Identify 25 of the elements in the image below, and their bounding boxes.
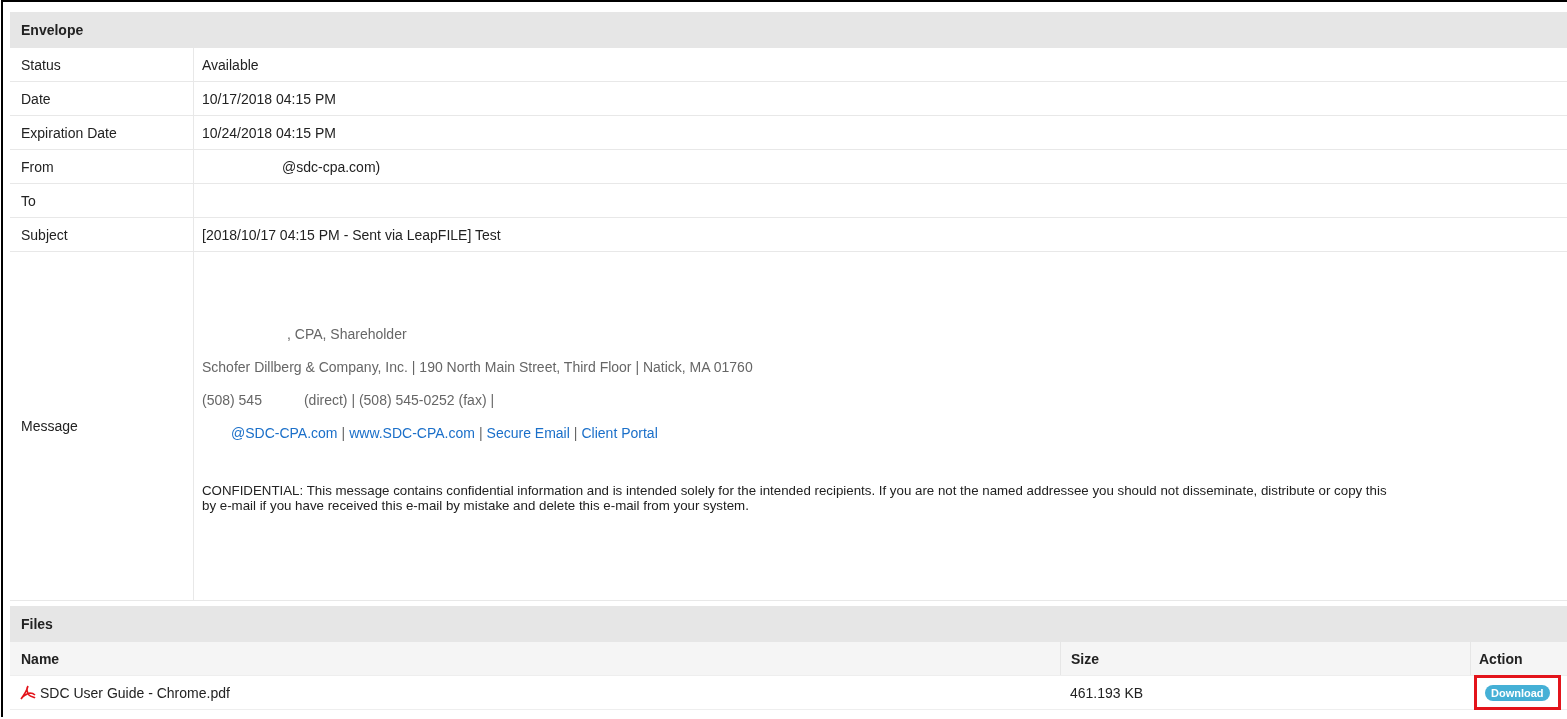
- separator: |: [573, 424, 578, 441]
- file-name: SDC User Guide - Chrome.pdf: [40, 684, 230, 701]
- field-value: 10/24/2018 04:15 PM: [202, 124, 336, 141]
- file-size: 461.193 KB: [1070, 684, 1144, 701]
- column-header: Size: [1060, 642, 1470, 675]
- company-address: Schofer Dillberg & Company, Inc. | 190 North Main Street, Third Floor | Natick, MA 01760: [202, 357, 753, 377]
- confidentiality-notice: CONFIDENTIAL: This message contains confidential information and is intended solely for the intended recipients. If you are not the named addressee you should not disseminate, distribute or copy this by e-mail if you have received this e-mail by mistake and delete this e-mail from your system.: [202, 483, 1387, 513]
- signature-link[interactable]: www.SDC-CPA.com: [349, 424, 475, 441]
- phone-number: (508) 545: [202, 391, 262, 408]
- signature-link[interactable]: @SDC-CPA.com: [231, 424, 338, 441]
- signature-title: , CPA, Shareholder: [286, 324, 407, 344]
- separator: |: [478, 424, 483, 441]
- field-value: @sdc-cpa.com): [281, 158, 381, 175]
- field-value: 10/17/2018 04:15 PM: [202, 90, 336, 107]
- column-header: Action: [1470, 642, 1567, 675]
- separator: |: [341, 424, 346, 441]
- section-header: Files: [10, 606, 1567, 642]
- pdf-icon: [20, 684, 36, 701]
- column-header: Name: [20, 649, 61, 669]
- field-value: [2018/10/17 04:15 PM - Sent via LeapFILE] Test: [202, 226, 501, 243]
- signature-link[interactable]: Secure Email: [486, 424, 570, 441]
- signature-link[interactable]: Client Portal: [581, 424, 658, 441]
- phone-numbers: (direct) | (508) 545-0252 (fax) |: [303, 391, 495, 408]
- field-value: Available: [202, 56, 259, 73]
- section-header: Envelope: [10, 12, 1567, 48]
